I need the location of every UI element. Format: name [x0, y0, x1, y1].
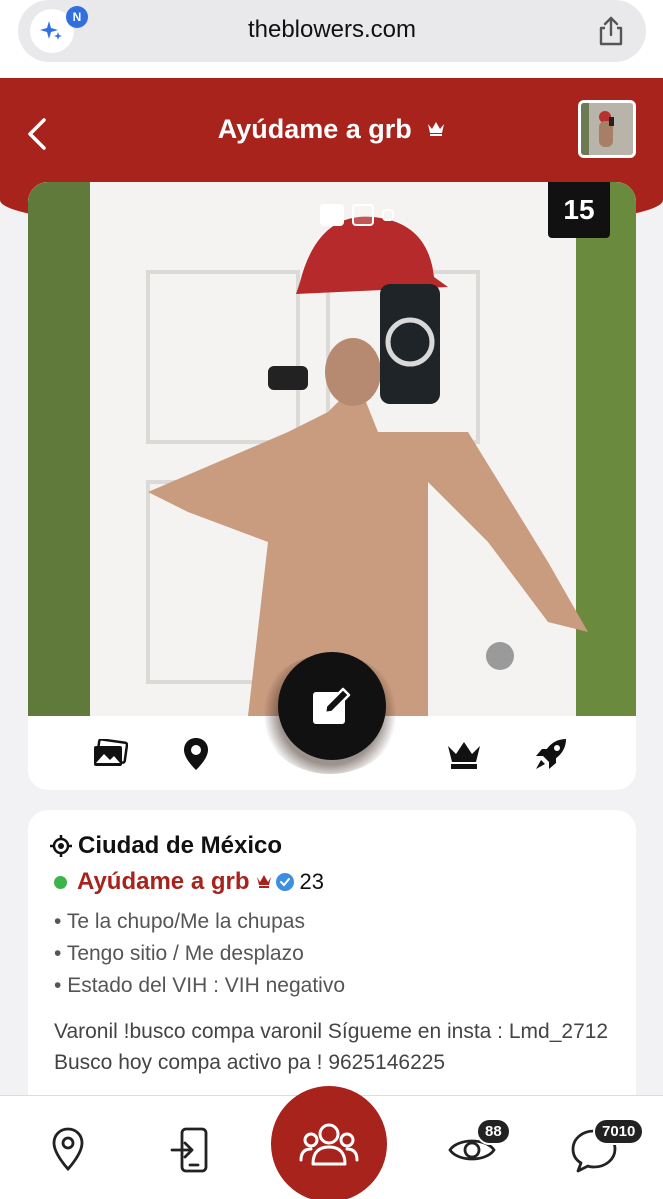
- edit-icon: [313, 687, 351, 724]
- list-item: Te la chupo/Me la chupas: [54, 906, 345, 938]
- bottom-nav: 88 7010: [0, 1086, 663, 1199]
- url-text: theblowers.com: [247, 16, 417, 43]
- edit-profile-button[interactable]: [278, 652, 386, 760]
- url-bar[interactable]: N theblowers.com: [18, 0, 646, 62]
- crown-icon[interactable]: [446, 736, 482, 772]
- crown-icon: [256, 868, 272, 896]
- profile-age: 23: [299, 869, 324, 894]
- traits-list: Te la chupo/Me la chupas Tengo sitio / M…: [54, 906, 345, 1002]
- photos-icon[interactable]: [92, 736, 128, 772]
- online-status-indicator: [54, 875, 67, 889]
- photo-pager-dot[interactable]: [382, 209, 394, 221]
- profile-name: Ayúdame a grb: [77, 868, 250, 895]
- list-item: Tengo sitio / Me desplazo: [54, 938, 345, 970]
- browser-bar: N theblowers.com: [0, 0, 663, 78]
- location-pin-icon[interactable]: [178, 736, 214, 772]
- avatar[interactable]: [578, 100, 636, 158]
- page-title: Ayúdame a grb: [0, 112, 663, 145]
- photo-pager-dot[interactable]: [352, 204, 374, 226]
- profile-info: Ciudad de México Ayúdame a grb 23 Te la …: [28, 810, 636, 1110]
- users-icon: [299, 1123, 359, 1166]
- nav-location-icon[interactable]: [44, 1124, 92, 1176]
- crown-icon: [427, 112, 445, 143]
- list-item: Estado del VIH : VIH negativo: [54, 970, 345, 1002]
- profile-description: Varonil !busco compa varonil Sígueme en …: [54, 1020, 609, 1074]
- photo-pager: [320, 204, 394, 226]
- photo-count-badge: 15: [548, 182, 610, 238]
- name-row: Ayúdame a grb 23: [54, 868, 324, 896]
- city-row: Ciudad de México: [50, 832, 282, 860]
- share-icon[interactable]: [594, 14, 628, 48]
- verified-icon: [275, 873, 294, 891]
- page-title-text: Ayúdame a grb: [217, 114, 412, 144]
- profile-photo-image: [28, 182, 636, 716]
- views-count-badge: 88: [476, 1118, 511, 1145]
- messages-count-badge: 7010: [593, 1118, 645, 1145]
- crosshair-icon: [50, 835, 72, 857]
- nav-login-icon[interactable]: [166, 1124, 214, 1176]
- city-name: Ciudad de México: [78, 832, 283, 859]
- profile-card: 15: [28, 182, 636, 790]
- photo-pager-dot[interactable]: [320, 204, 344, 226]
- nav-community-button[interactable]: [271, 1086, 387, 1199]
- profile-photo[interactable]: 15: [28, 182, 636, 716]
- rocket-icon[interactable]: [533, 736, 569, 772]
